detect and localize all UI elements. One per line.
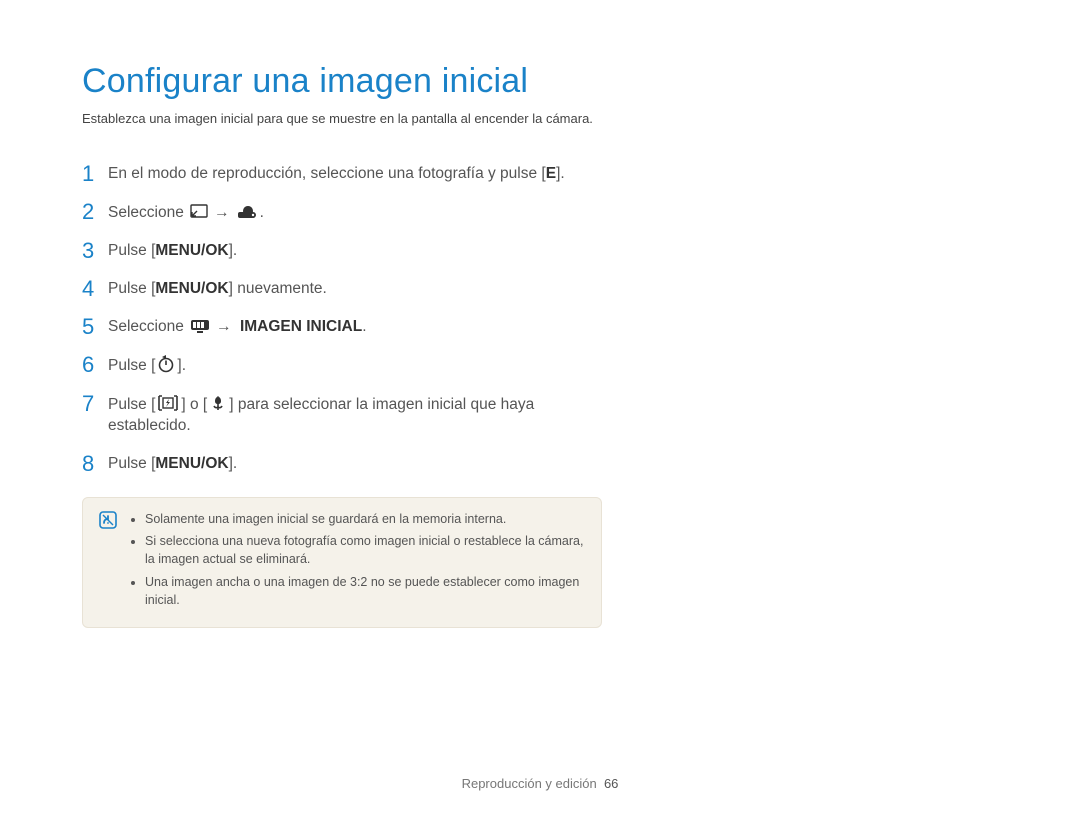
step-body: Pulse [MENU/OK] nuevamente. [108, 277, 602, 300]
step-body: Seleccione →. [108, 200, 602, 224]
arrow-icon: → [214, 204, 230, 221]
resize-icon [190, 204, 208, 220]
note-icon [99, 511, 117, 529]
page-footer: Reproducción y edición 66 [0, 776, 1080, 791]
bold-text: MENU/OK [155, 280, 228, 297]
document-page: Configurar una imagen inicial Establezca… [0, 0, 1080, 815]
footer-page-number: 66 [604, 776, 618, 791]
note-box: Solamente una imagen inicial se guardará… [82, 497, 602, 628]
bold-text: MENU/OK [155, 242, 228, 259]
footer-section: Reproducción y edición [462, 776, 597, 791]
step-number: 5 [82, 315, 108, 338]
timer-icon [157, 355, 175, 373]
step-item: 4Pulse [MENU/OK] nuevamente. [82, 277, 602, 300]
step-body: En el modo de reproducción, seleccione u… [108, 162, 602, 185]
bold-text: MENU/OK [155, 455, 228, 472]
step-number: 6 [82, 353, 108, 376]
note-item: Solamente una imagen inicial se guardará… [145, 510, 587, 528]
step-item: 5Seleccione → IMAGEN INICIAL. [82, 315, 602, 338]
step-number: 1 [82, 162, 108, 185]
arrow-icon: → [216, 318, 232, 335]
step-body: Pulse [MENU/OK]. [108, 239, 602, 262]
step-item: 3Pulse [MENU/OK]. [82, 239, 602, 262]
step-item: 1En el modo de reproducción, seleccione … [82, 162, 602, 185]
note-list: Solamente una imagen inicial se guardará… [131, 510, 587, 613]
step-number: 7 [82, 392, 108, 415]
step-body: Pulse []. [108, 353, 602, 377]
steps-list: 1En el modo de reproducción, seleccione … [82, 162, 602, 475]
step-item: 7Pulse [] o [] para seleccionar la image… [82, 392, 602, 437]
step-body: Pulse [MENU/OK]. [108, 452, 602, 475]
bold-text: E [546, 165, 556, 182]
step-number: 8 [82, 452, 108, 475]
note-icon [97, 511, 119, 531]
step-number: 3 [82, 239, 108, 262]
step-item: 2Seleccione →. [82, 200, 602, 224]
step-number: 4 [82, 277, 108, 300]
step-number: 2 [82, 200, 108, 223]
bold-text: IMAGEN INICIAL [236, 318, 363, 335]
flash-icon [157, 394, 179, 412]
macro-icon [209, 394, 227, 412]
display-icon [190, 318, 210, 334]
page-title: Configurar una imagen inicial [82, 62, 1000, 101]
note-item: Una imagen ancha o una imagen de 3:2 no … [145, 573, 587, 609]
step-body: Pulse [] o [] para seleccionar la imagen… [108, 392, 602, 437]
step-item: 8Pulse [MENU/OK]. [82, 452, 602, 475]
step-item: 6Pulse []. [82, 353, 602, 377]
startimage-icon [236, 202, 258, 220]
step-body: Seleccione → IMAGEN INICIAL. [108, 315, 602, 338]
intro-text: Establezca una imagen inicial para que s… [82, 111, 1000, 126]
note-item: Si selecciona una nueva fotografía como … [145, 532, 587, 568]
